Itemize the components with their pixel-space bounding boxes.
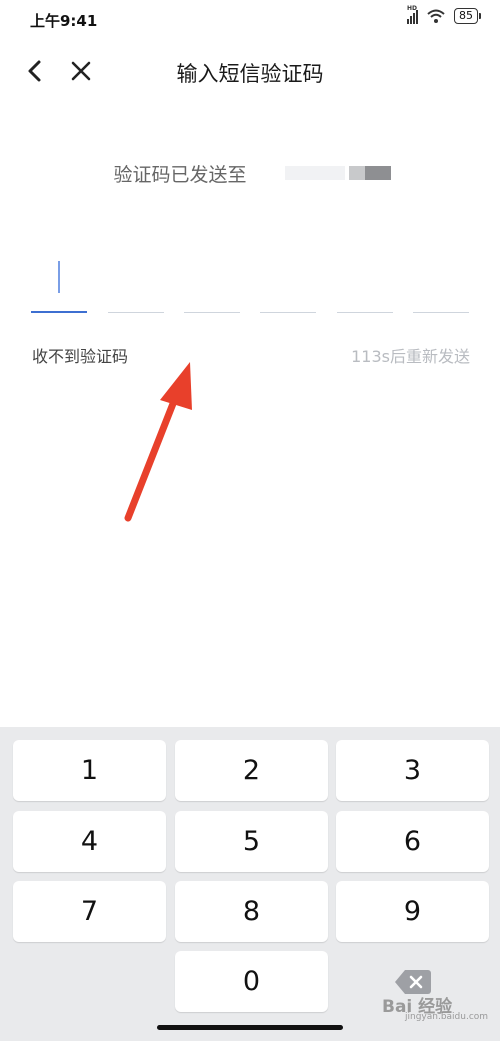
key-2[interactable]: 2 xyxy=(175,740,328,801)
watermark-url: jingyan.baidu.com xyxy=(405,1012,489,1022)
key-9[interactable]: 9 xyxy=(336,881,489,942)
key-7[interactable]: 7 xyxy=(13,881,166,942)
hd-badge: HD xyxy=(407,5,418,12)
key-0[interactable]: 0 xyxy=(175,951,328,1012)
sent-to-row: 验证码已发送至 xyxy=(0,160,500,187)
key-5[interactable]: 5 xyxy=(175,811,328,872)
text-cursor xyxy=(58,261,60,293)
code-digit-1[interactable] xyxy=(31,255,87,313)
masked-phone-number xyxy=(285,166,391,180)
wifi-icon xyxy=(427,9,445,23)
battery-icon: 85 xyxy=(454,8,481,24)
code-digit-5[interactable] xyxy=(337,255,393,313)
code-digit-2[interactable] xyxy=(108,255,164,313)
code-digit-3[interactable] xyxy=(184,255,240,313)
key-8[interactable]: 8 xyxy=(175,881,328,942)
backspace-icon xyxy=(394,969,431,994)
key-6[interactable]: 6 xyxy=(336,811,489,872)
key-1[interactable]: 1 xyxy=(13,740,166,801)
code-digit-4[interactable] xyxy=(260,255,316,313)
resend-countdown: 113s后重新发送 xyxy=(351,347,470,366)
annotation-arrow-icon xyxy=(124,362,192,522)
status-icons: HD 85 xyxy=(407,5,481,24)
page-title: 输入短信验证码 xyxy=(176,62,324,86)
home-indicator[interactable] xyxy=(157,1025,343,1030)
status-time: 上午9:41 xyxy=(30,12,98,30)
sent-to-label: 验证码已发送至 xyxy=(113,164,247,186)
cellular-signal-icon: HD xyxy=(407,5,418,24)
key-3[interactable]: 3 xyxy=(336,740,489,801)
key-4[interactable]: 4 xyxy=(13,811,166,872)
code-digit-6[interactable] xyxy=(413,255,469,313)
